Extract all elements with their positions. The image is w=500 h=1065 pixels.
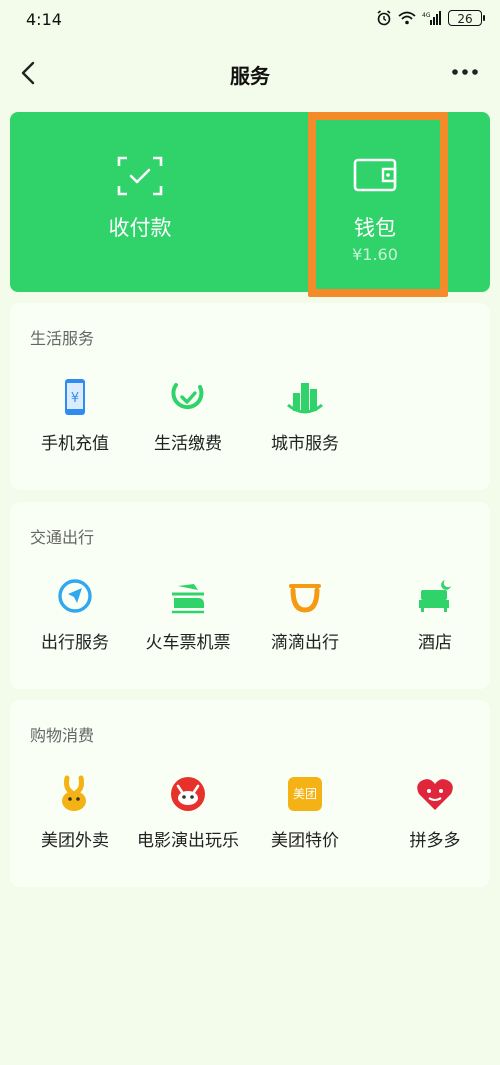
- alarm-icon: [377, 10, 391, 26]
- service-grid: 美团外卖 电影演出玩乐 美团 美团特价 拼多多: [10, 770, 490, 860]
- grid-item-movie-entertainment[interactable]: 电影演出玩乐: [128, 770, 248, 860]
- section-title: 生活服务: [30, 329, 95, 348]
- grid-item-pinduoduo[interactable]: 拼多多: [375, 770, 495, 860]
- grid-item-label: 生活缴费: [154, 434, 222, 454]
- phone-recharge-icon: ¥: [65, 379, 85, 415]
- grid-item-city-services[interactable]: 城市服务: [245, 373, 365, 463]
- grid-item-label: 美团外卖: [41, 831, 109, 851]
- section-shopping: 购物消费 美团外卖 电影演出玩乐 美团 美团特价 拼多多: [10, 700, 490, 887]
- wallet-label: 钱包: [354, 216, 396, 240]
- section-life-services: 生活服务 ¥ 手机充值 生活缴费 城市服务: [10, 303, 490, 490]
- page-title: 服务: [230, 64, 270, 88]
- top-card: 收付款 钱包 ¥1.60: [10, 112, 490, 292]
- wallet-balance: ¥1.60: [352, 245, 398, 264]
- train-plane-ticket-icon: [172, 584, 204, 614]
- grid-item-utility-payment[interactable]: 生活缴费: [128, 373, 248, 463]
- pinduoduo-icon: [417, 779, 453, 810]
- receive-pay-label: 收付款: [108, 216, 172, 240]
- meituan-deals-icon-text: 美团: [292, 787, 317, 801]
- grid-item-label: 美团特价: [271, 831, 339, 851]
- service-grid: ¥ 手机充值 生活缴费 城市服务: [10, 373, 490, 463]
- grid-item-travel-service[interactable]: 出行服务: [15, 572, 135, 662]
- section-title: 购物消费: [30, 726, 95, 745]
- grid-item-label: 拼多多: [409, 831, 461, 851]
- receive-pay-button[interactable]: 收付款: [10, 112, 270, 292]
- didi-icon: [289, 584, 321, 613]
- wallet-icon: [353, 156, 397, 198]
- travel-service-icon: [58, 579, 92, 613]
- grid-item-meituan-deals[interactable]: 美团 美团特价: [245, 770, 365, 860]
- grid-item-train-plane-ticket[interactable]: 火车票机票: [128, 572, 248, 662]
- signal-icon: 4G: [422, 11, 441, 25]
- grid-item-label: 出行服务: [41, 633, 109, 653]
- section-transport: 交通出行 出行服务 火车票机票 滴滴出行 酒店: [10, 502, 490, 689]
- nav-bar: 服务: [0, 48, 500, 98]
- wifi-icon: [398, 11, 416, 25]
- movie-entertainment-icon: [171, 777, 205, 811]
- scan-pay-icon: [117, 156, 163, 200]
- grid-item-label: 酒店: [418, 633, 452, 653]
- grid-item-phone-recharge[interactable]: ¥ 手机充值: [15, 373, 135, 463]
- service-grid: 出行服务 火车票机票 滴滴出行 酒店: [10, 572, 490, 662]
- status-time: 4:14: [26, 10, 62, 29]
- city-services-icon: [287, 383, 323, 414]
- grid-item-label: 滴滴出行: [271, 633, 339, 653]
- grid-item-label: 电影演出玩乐: [137, 831, 239, 851]
- section-title: 交通出行: [30, 528, 95, 547]
- utility-payment-icon: [171, 383, 204, 410]
- grid-item-label: 手机充值: [41, 434, 109, 454]
- status-icons: 4G 26: [376, 10, 485, 26]
- svg-text:¥: ¥: [71, 391, 79, 406]
- grid-item-meituan-delivery[interactable]: 美团外卖: [15, 770, 135, 860]
- grid-item-hotel[interactable]: 酒店: [375, 572, 495, 662]
- grid-item-didi[interactable]: 滴滴出行: [245, 572, 365, 662]
- status-bar: 4:14 4G 26: [0, 0, 500, 40]
- meituan-delivery-icon: [62, 775, 86, 811]
- hotel-icon: [419, 580, 451, 612]
- grid-item-label: 火车票机票: [145, 633, 231, 653]
- meituan-deals-icon: 美团: [288, 777, 322, 811]
- battery-indicator: 26: [448, 10, 485, 26]
- svg-text:4G: 4G: [422, 12, 431, 19]
- wallet-button[interactable]: 钱包 ¥1.60: [310, 112, 440, 292]
- grid-item-label: 城市服务: [271, 434, 339, 454]
- more-dots-icon: [452, 69, 478, 75]
- more-options-button[interactable]: [450, 60, 480, 84]
